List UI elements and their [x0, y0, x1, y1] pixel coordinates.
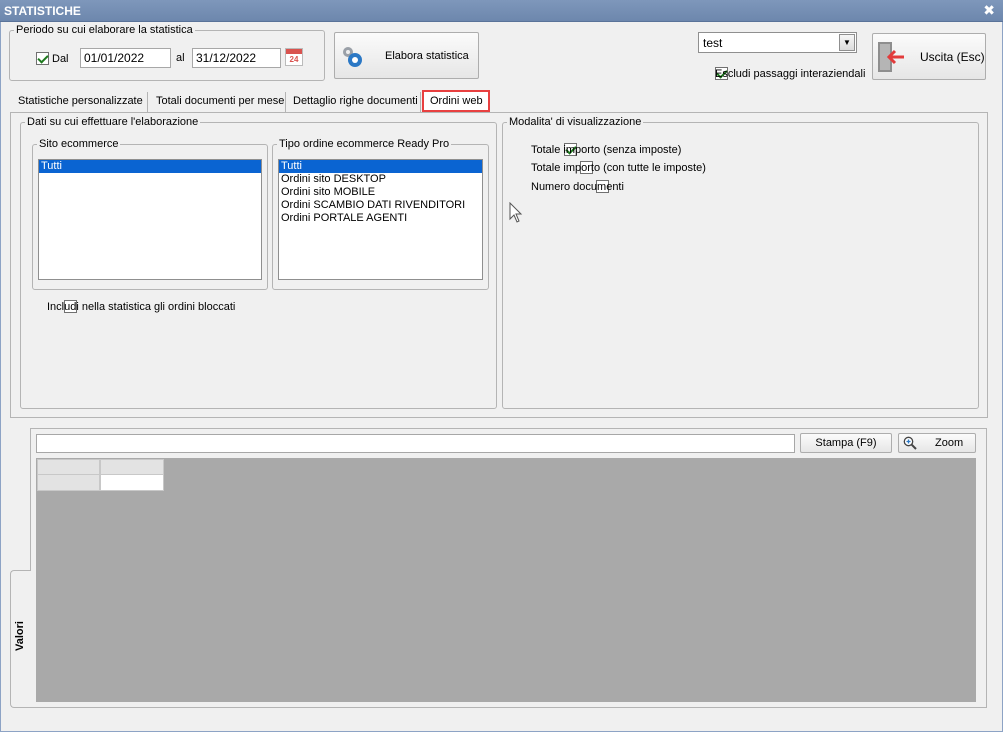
totale-senza-imposte-label: Totale importo (senza imposte) — [531, 144, 682, 156]
calendar-icon[interactable]: 24 — [285, 48, 303, 66]
dal-checkbox[interactable] — [36, 52, 49, 65]
window-title: STATISTICHE — [4, 4, 81, 18]
list-item[interactable]: Tutti — [279, 160, 482, 173]
numero-documenti-label: Numero documenti — [531, 181, 624, 193]
zoom-label: Zoom — [935, 437, 964, 449]
grid-header-cell[interactable] — [100, 459, 164, 475]
results-grid[interactable] — [36, 458, 976, 702]
period-legend: Periodo su cui elaborare la statistica — [16, 24, 193, 36]
side-tab-label: Valori — [14, 621, 26, 651]
zoom-button[interactable]: Zoom — [898, 433, 976, 453]
results-search-input[interactable] — [36, 434, 795, 453]
close-icon[interactable]: ✖ — [983, 2, 995, 19]
grid-corner-cell — [37, 459, 100, 475]
sito-legend: Sito ecommerce — [39, 138, 119, 150]
escludi-label: Escludi passaggi interaziendali — [715, 68, 866, 80]
window-titlebar: STATISTICHE — [0, 0, 1003, 22]
exit-door-icon — [878, 41, 904, 72]
dati-legend: Dati su cui effettuare l'elaborazione — [27, 116, 199, 128]
list-item[interactable]: Ordini sito DESKTOP — [279, 173, 482, 186]
modalita-group: Modalita' di visualizzazione — [502, 116, 979, 409]
date-from-input[interactable] — [80, 48, 171, 68]
dal-label: Dal — [52, 53, 69, 65]
company-select-value: test — [703, 36, 723, 50]
date-to-input[interactable] — [192, 48, 281, 68]
list-item[interactable]: Tutti — [39, 160, 261, 173]
uscita-button[interactable]: Uscita (Esc) — [872, 33, 986, 80]
stampa-button[interactable]: Stampa (F9) — [800, 433, 892, 453]
chevron-down-icon[interactable]: ▼ — [839, 34, 855, 51]
grid-data-cell[interactable] — [100, 474, 164, 491]
tab-dettaglio-righe-documenti[interactable]: Dettaglio righe documenti — [287, 92, 421, 112]
zoom-icon — [903, 436, 917, 450]
tipo-ordine-legend: Tipo ordine ecommerce Ready Pro — [279, 138, 450, 150]
al-label: al — [176, 52, 185, 64]
includi-bloccati-label: Includi nella statistica gli ordini bloc… — [47, 301, 236, 313]
uscita-label: Uscita (Esc) — [920, 49, 985, 64]
elabora-statistica-button[interactable]: Elabora statistica — [334, 32, 479, 79]
tab-totali-documenti-per-mese[interactable]: Totali documenti per mese — [150, 92, 286, 112]
mouse-cursor-icon — [509, 202, 523, 223]
tipo-ordine-listbox[interactable]: Tutti Ordini sito DESKTOP Ordini sito MO… — [278, 159, 483, 280]
totale-con-imposte-label: Totale importo (con tutte le imposte) — [531, 162, 706, 174]
calendar-number: 24 — [289, 55, 299, 64]
list-item[interactable]: Ordini SCAMBIO DATI RIVENDITORI — [279, 199, 482, 212]
list-item[interactable]: Ordini PORTALE AGENTI — [279, 212, 482, 225]
tab-statistiche-personalizzate[interactable]: Statistiche personalizzate — [12, 92, 148, 112]
list-item[interactable]: Ordini sito MOBILE — [279, 186, 482, 199]
sito-listbox[interactable]: Tutti — [38, 159, 262, 280]
gears-icon — [343, 46, 362, 67]
company-select[interactable]: test ▼ — [698, 32, 857, 53]
tab-ordini-web[interactable]: Ordini web — [422, 90, 490, 112]
elabora-label: Elabora statistica — [385, 49, 469, 62]
side-tab-valori[interactable]: Valori — [10, 570, 31, 708]
grid-row-header-cell[interactable] — [37, 474, 100, 491]
modalita-legend: Modalita' di visualizzazione — [509, 116, 642, 128]
